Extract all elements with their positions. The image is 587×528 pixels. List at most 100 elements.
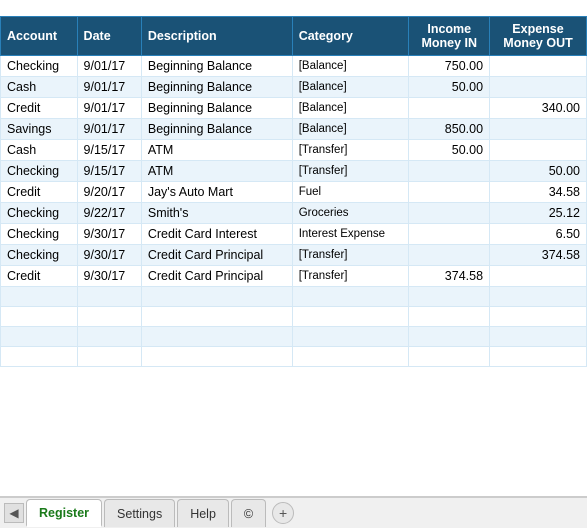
tab-settings[interactable]: Settings	[104, 499, 175, 527]
table-row[interactable]	[1, 347, 587, 367]
cell-date: 9/01/17	[77, 98, 141, 119]
cell-category: [Transfer]	[292, 161, 409, 182]
cell-description: Beginning Balance	[141, 56, 292, 77]
cell-expense: 6.50	[490, 224, 587, 245]
table-row[interactable]: Checking 9/22/17 Smith's Groceries 25.12	[1, 203, 587, 224]
table-row[interactable]: Cash 9/01/17 Beginning Balance [Balance]…	[1, 77, 587, 98]
cell-expense	[490, 287, 587, 307]
tab-[interactable]: ©	[231, 499, 266, 527]
tab-scroll-left[interactable]: ◀	[4, 503, 24, 523]
table-container: Account Date Description Category Income…	[0, 16, 587, 367]
income-expense-table: Account Date Description Category Income…	[0, 16, 587, 367]
cell-account: Checking	[1, 203, 78, 224]
cell-date: 9/01/17	[77, 77, 141, 98]
cell-date: 9/30/17	[77, 224, 141, 245]
cell-account	[1, 327, 78, 347]
cell-category: Groceries	[292, 203, 409, 224]
cell-category	[292, 347, 409, 367]
cell-expense	[490, 266, 587, 287]
cell-account: Checking	[1, 161, 78, 182]
col-header-income: IncomeMoney IN	[409, 17, 490, 56]
cell-category: [Transfer]	[292, 266, 409, 287]
cell-description	[141, 347, 292, 367]
cell-category: [Balance]	[292, 56, 409, 77]
cell-date: 9/01/17	[77, 56, 141, 77]
cell-account	[1, 307, 78, 327]
cell-date: 9/22/17	[77, 203, 141, 224]
table-row[interactable]: Checking 9/15/17 ATM [Transfer] 50.00	[1, 161, 587, 182]
cell-description: Beginning Balance	[141, 77, 292, 98]
cell-income: 750.00	[409, 56, 490, 77]
tab-add-button[interactable]: +	[272, 502, 294, 524]
cell-category: [Transfer]	[292, 140, 409, 161]
table-row[interactable]: Credit 9/30/17 Credit Card Principal [Tr…	[1, 266, 587, 287]
cell-category: [Balance]	[292, 77, 409, 98]
cell-account: Checking	[1, 56, 78, 77]
cell-income	[409, 245, 490, 266]
cell-description: Credit Card Principal	[141, 266, 292, 287]
tab-bar: ◀ RegisterSettingsHelp© +	[0, 496, 587, 528]
cell-expense: 25.12	[490, 203, 587, 224]
cell-expense: 50.00	[490, 161, 587, 182]
cell-category: Interest Expense	[292, 224, 409, 245]
cell-date: 9/20/17	[77, 182, 141, 203]
cell-description	[141, 307, 292, 327]
cell-expense: 34.58	[490, 182, 587, 203]
cell-description: Credit Card Principal	[141, 245, 292, 266]
tabs-container: RegisterSettingsHelp©	[26, 499, 268, 527]
cell-account	[1, 347, 78, 367]
cell-category: [Transfer]	[292, 245, 409, 266]
col-header-account: Account	[1, 17, 78, 56]
cell-account: Cash	[1, 77, 78, 98]
cell-account	[1, 287, 78, 307]
cell-expense: 374.58	[490, 245, 587, 266]
main-content: Account Date Description Category Income…	[0, 0, 587, 496]
cell-date: 9/15/17	[77, 161, 141, 182]
cell-date: 9/30/17	[77, 266, 141, 287]
table-row[interactable]	[1, 327, 587, 347]
cell-description: Beginning Balance	[141, 98, 292, 119]
table-row[interactable]	[1, 307, 587, 327]
cell-description: Smith's	[141, 203, 292, 224]
cell-date: 9/01/17	[77, 119, 141, 140]
cell-date: 9/15/17	[77, 140, 141, 161]
table-row[interactable]	[1, 287, 587, 307]
cell-income: 50.00	[409, 77, 490, 98]
cell-date	[77, 307, 141, 327]
cell-income	[409, 224, 490, 245]
cell-category	[292, 327, 409, 347]
cell-expense	[490, 140, 587, 161]
table-row[interactable]: Savings 9/01/17 Beginning Balance [Balan…	[1, 119, 587, 140]
cell-category	[292, 287, 409, 307]
tab-register[interactable]: Register	[26, 499, 102, 527]
cell-expense	[490, 119, 587, 140]
cell-description: ATM	[141, 140, 292, 161]
cell-description: Beginning Balance	[141, 119, 292, 140]
cell-income	[409, 307, 490, 327]
table-row[interactable]: Credit 9/01/17 Beginning Balance [Balanc…	[1, 98, 587, 119]
cell-expense	[490, 327, 587, 347]
cell-expense	[490, 56, 587, 77]
cell-description	[141, 287, 292, 307]
cell-description: Credit Card Interest	[141, 224, 292, 245]
col-header-category: Category	[292, 17, 409, 56]
table-row[interactable]: Credit 9/20/17 Jay's Auto Mart Fuel 34.5…	[1, 182, 587, 203]
cell-account: Checking	[1, 224, 78, 245]
table-row[interactable]: Checking 9/30/17 Credit Card Interest In…	[1, 224, 587, 245]
cell-description	[141, 327, 292, 347]
cell-income	[409, 161, 490, 182]
cell-category: [Balance]	[292, 119, 409, 140]
table-row[interactable]: Checking 9/30/17 Credit Card Principal […	[1, 245, 587, 266]
table-row[interactable]: Checking 9/01/17 Beginning Balance [Bala…	[1, 56, 587, 77]
table-row[interactable]: Cash 9/15/17 ATM [Transfer] 50.00	[1, 140, 587, 161]
cell-income: 850.00	[409, 119, 490, 140]
cell-income	[409, 327, 490, 347]
tab-help[interactable]: Help	[177, 499, 229, 527]
page-title	[0, 0, 587, 16]
cell-income	[409, 347, 490, 367]
cell-date	[77, 287, 141, 307]
cell-expense: 340.00	[490, 98, 587, 119]
cell-expense	[490, 307, 587, 327]
cell-date	[77, 327, 141, 347]
cell-date: 9/30/17	[77, 245, 141, 266]
